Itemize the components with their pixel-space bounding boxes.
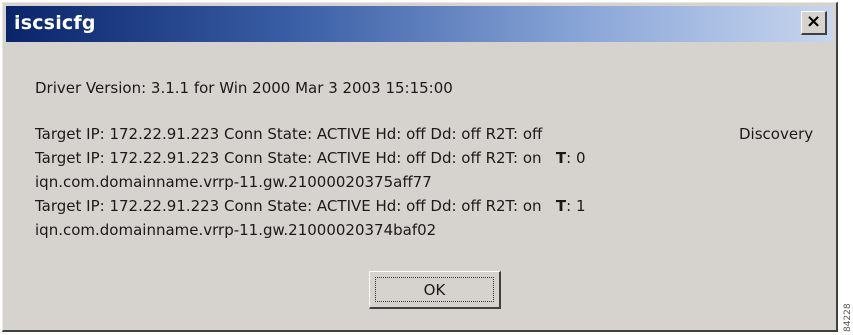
target-t-value: : 1 <box>566 197 586 215</box>
title-bar[interactable]: iscsicfg × <box>6 6 833 42</box>
target-t-label: T <box>555 149 567 167</box>
target-iqn: iqn.com.domainname.vrrp-11.gw.2100002037… <box>35 173 432 191</box>
target-line-2: Target IP: 172.22.91.223 Conn State: ACT… <box>35 149 586 167</box>
close-icon: × <box>805 11 822 32</box>
target-t-label: T <box>555 197 567 215</box>
window-title: iscsicfg <box>14 12 96 34</box>
ok-button[interactable]: OK <box>369 271 501 309</box>
driver-version-text: Driver Version: 3.1.1 for Win 2000 Mar 3… <box>35 79 453 97</box>
ok-button-label: OK <box>375 277 494 302</box>
target-status: Target IP: 172.22.91.223 Conn State: ACT… <box>35 197 542 215</box>
target-t-value: : 0 <box>566 149 586 167</box>
figure-code: 84228 <box>843 303 853 332</box>
target-status: Target IP: 172.22.91.223 Conn State: ACT… <box>35 149 542 167</box>
discovery-label: Discovery <box>739 125 814 143</box>
iscsicfg-dialog: iscsicfg × Driver Version: 3.1.1 for Win… <box>2 2 838 332</box>
target-status: Target IP: 172.22.91.223 Conn State: ACT… <box>35 125 543 143</box>
target-line-3: Target IP: 172.22.91.223 Conn State: ACT… <box>35 197 586 215</box>
target-iqn: iqn.com.domainname.vrrp-11.gw.2100002037… <box>35 221 437 239</box>
close-button[interactable]: × <box>801 11 827 35</box>
target-line-1: Target IP: 172.22.91.223 Conn State: ACT… <box>35 125 542 143</box>
